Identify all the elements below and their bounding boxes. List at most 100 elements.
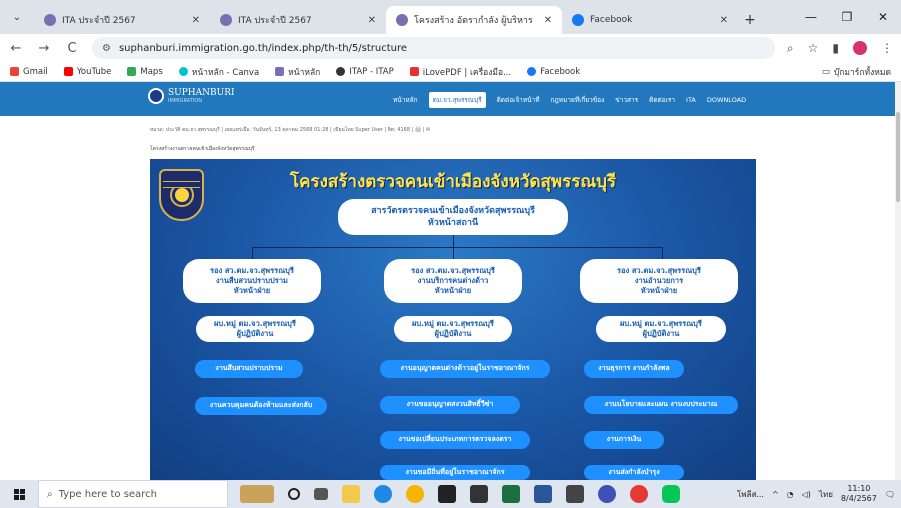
canva-icon	[178, 67, 188, 76]
tab-close-icon[interactable]: ✕	[720, 15, 728, 26]
file-explorer-icon[interactable]	[342, 485, 360, 503]
page-viewport: SUPHANBURI IMMIGRATION หน้าหลัก ตม.จว.สุ…	[0, 82, 901, 480]
menu-item-contact[interactable]: ติดต่อเรา	[649, 95, 675, 105]
bookmark-maps[interactable]: Maps	[127, 67, 163, 77]
chrome-icon[interactable]	[406, 485, 424, 503]
close-window-icon[interactable]: ✕	[865, 0, 901, 34]
site-logo[interactable]: SUPHANBURI IMMIGRATION	[148, 88, 235, 104]
excel-icon[interactable]	[502, 485, 520, 503]
url-text: suphanburi.immigration.go.th/index.php/t…	[118, 42, 408, 54]
scrollbar-thumb[interactable]	[896, 112, 900, 202]
menu-item-ita[interactable]: ITA	[686, 96, 696, 104]
address-bar[interactable]: ⚙ suphanburi.immigration.go.th/index.php…	[92, 37, 775, 59]
news-widget-icon[interactable]	[240, 485, 274, 503]
connector-line	[453, 247, 454, 259]
side-panel-icon[interactable]: ▮	[832, 41, 839, 56]
bookmark-itap[interactable]: ITAP - ITAP	[336, 67, 394, 77]
profile-avatar[interactable]	[853, 40, 867, 55]
reload-icon[interactable]: C	[64, 41, 80, 56]
line-icon[interactable]	[662, 485, 680, 503]
start-button[interactable]	[0, 480, 38, 508]
menu-kebab-icon[interactable]: ⋮	[881, 41, 893, 56]
toolbar-actions: ⌕ ☆ ▮ ⋮	[787, 40, 893, 56]
back-icon[interactable]: ←	[8, 41, 24, 56]
tab-structure[interactable]: โครงสร้าง อัตรากำลัง ผู้บริหาร ✕	[386, 6, 562, 34]
menu-item-contact-staff[interactable]: ติดต่อเจ้าหน้าที่	[497, 95, 540, 105]
node-unit: งานขอมีถิ่นที่อยู่ในราชอาณาจักร	[380, 465, 530, 480]
task-view-icon[interactable]	[314, 488, 328, 500]
zoom-icon[interactable]: ⌕	[787, 41, 794, 56]
bookmark-ilovepdf[interactable]: iLovePDF | เครื่องมือ...	[409, 65, 511, 79]
tab-ita-2[interactable]: ITA ประจำปี 2567 ✕	[210, 6, 386, 34]
window-controls: — ❐ ✕	[793, 0, 901, 34]
youtube-icon	[63, 67, 73, 76]
tab-close-icon[interactable]: ✕	[192, 15, 200, 26]
bookmark-gmail[interactable]: Gmail	[10, 67, 48, 77]
node-unit: งานนโยบายและแผน งานงบประมาณ	[584, 396, 738, 414]
tab-title: ITA ประจำปี 2567	[62, 16, 136, 26]
browser-toolbar: ← → C ⚙ suphanburi.immigration.go.th/ind…	[0, 34, 901, 62]
menu-item-home[interactable]: หน้าหลัก	[393, 95, 418, 105]
zoom-app-icon[interactable]	[598, 485, 616, 503]
new-tab-button[interactable]: +	[738, 6, 762, 34]
node-unit: งานขออนุญาตสงวนสิทธิ์วีซ่า	[380, 396, 520, 414]
tray-chevron-icon[interactable]: ^	[772, 490, 779, 499]
weather-widget[interactable]: โพลีส...	[737, 488, 764, 501]
volume-icon[interactable]: ◁)	[802, 490, 811, 499]
menu-item-download[interactable]: DOWNLOAD	[707, 96, 746, 104]
tab-search-button[interactable]: ⌄	[0, 0, 34, 34]
maps-icon	[127, 67, 137, 76]
site-brand: SUPHANBURI	[168, 87, 235, 98]
node-head: สารวัตรตรวจคนเข้าเมืองจังหวัดสุพรรณบุรี …	[338, 199, 568, 235]
restore-icon[interactable]: ❐	[829, 0, 865, 34]
tab-facebook[interactable]: Facebook ✕	[562, 6, 738, 34]
node-unit: งานอนุญาตคนต่างด้าวอยู่ในราชอาณาจักร	[380, 360, 550, 378]
tab-ita-1[interactable]: ITA ประจำปี 2567 ✕	[34, 6, 210, 34]
menu-item-station[interactable]: ตม.จว.สุพรรณบุรี	[428, 92, 486, 108]
node-deputy-services: รอง สว.ตม.จว.สุพรรณบุรี งานบริการคนต่างด…	[384, 259, 522, 303]
taskbar-apps	[240, 485, 680, 503]
tab-close-icon[interactable]: ✕	[368, 15, 376, 26]
tab-title: ITA ประจำปี 2567	[238, 16, 312, 26]
site-info-icon[interactable]: ⚙	[102, 43, 111, 54]
site-favicon-icon	[44, 14, 56, 26]
menu-item-news[interactable]: ข่าวสาร	[615, 95, 638, 105]
taskbar-search-input[interactable]: ⌕ Type here to search	[38, 480, 228, 508]
node-operator-2: ผบ.หมู่ ตม.จว.สุพรรณบุรี ผู้ปฏิบัติงาน	[394, 316, 512, 342]
bookmarks-bar: Gmail YouTube Maps หน้าหลัก - Canva หน้า…	[0, 62, 901, 82]
immigration-seal-icon	[148, 88, 164, 104]
minimize-icon[interactable]: —	[793, 0, 829, 34]
notifications-icon[interactable]: 🗨	[885, 490, 895, 499]
bookmark-canva[interactable]: หน้าหลัก - Canva	[178, 65, 259, 79]
cortana-icon[interactable]	[288, 488, 300, 500]
ilovepdf-icon	[409, 67, 419, 76]
forward-icon[interactable]: →	[36, 41, 52, 56]
all-bookmarks-button[interactable]: ▭ บุ๊กมาร์กทั้งหมด	[822, 65, 891, 79]
network-icon[interactable]: ◔	[787, 490, 794, 499]
app-icon[interactable]	[630, 485, 648, 503]
system-tray: โพลีส... ^ ◔ ◁) ไทย 11:10 8/4/2567 🗨	[737, 484, 901, 505]
bookmark-home[interactable]: หน้าหลัก	[275, 65, 320, 79]
word-icon[interactable]	[534, 485, 552, 503]
calculator-icon[interactable]	[566, 485, 584, 503]
mail-icon[interactable]	[438, 485, 456, 503]
language-indicator[interactable]: ไทย	[819, 488, 833, 501]
bookmark-star-icon[interactable]: ☆	[808, 41, 819, 56]
node-operator-1: ผบ.หมู่ ตม.จว.สุพรรณบุรี ผู้ปฏิบัติงาน	[196, 316, 314, 342]
connector-line	[662, 247, 663, 259]
store-icon[interactable]	[470, 485, 488, 503]
node-unit: งานส่งกำลังบำรุง	[584, 465, 684, 480]
facebook-icon	[527, 67, 537, 76]
menu-item-laws[interactable]: กฎหมายที่เกี่ยวข้อง	[551, 95, 605, 105]
site-header: SUPHANBURI IMMIGRATION หน้าหลัก ตม.จว.สุ…	[0, 82, 895, 116]
bookmark-facebook[interactable]: Facebook	[527, 67, 580, 77]
edge-icon[interactable]	[374, 485, 392, 503]
bookmark-youtube[interactable]: YouTube	[63, 67, 111, 77]
page-scrollbar[interactable]	[895, 82, 901, 480]
node-unit: งานขอเปลี่ยนประเภทการตรวจลงตรา	[380, 431, 530, 449]
taskbar-clock[interactable]: 11:10 8/4/2567	[841, 484, 877, 505]
tab-close-icon[interactable]: ✕	[544, 15, 552, 26]
org-chart-title: โครงสร้างตรวจคนเข้าเมืองจังหวัดสุพรรณบุร…	[289, 172, 617, 192]
gmail-icon	[10, 67, 19, 76]
node-unit: งานการเงิน	[584, 431, 664, 449]
